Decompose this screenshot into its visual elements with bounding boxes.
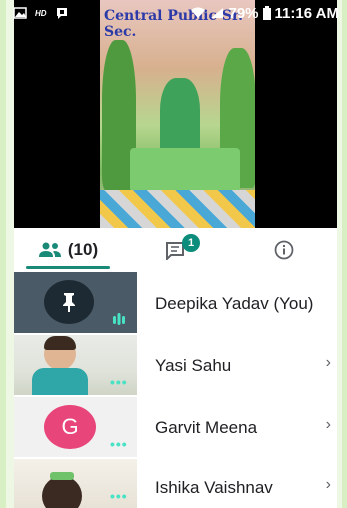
chevron-right-icon[interactable]: ›: [326, 354, 331, 372]
video-person: [160, 78, 200, 158]
tab-bar: (10) 1: [14, 228, 337, 273]
info-icon: [274, 240, 293, 260]
participant-name: Yasi Sahu: [155, 356, 232, 375]
participant-name: Ishika Vaishnav: [155, 478, 273, 497]
participant-thumbnail: G •••: [14, 396, 137, 458]
audio-dots-icon: •••: [110, 488, 128, 504]
chevron-right-icon[interactable]: ›: [326, 416, 331, 434]
divider: [14, 457, 137, 459]
signal-icon: [211, 8, 224, 18]
video-feed-image: Central Public Sr. Sec.: [100, 0, 255, 228]
status-bar: HD 79% 11:16 AM: [9, 2, 341, 24]
chat-unread-badge: 1: [182, 234, 200, 252]
participant-thumbnail: •••: [14, 334, 137, 396]
hd-indicator: HD: [35, 8, 47, 18]
tab-chat[interactable]: 1: [122, 228, 230, 272]
divider: [14, 333, 137, 335]
clock: 11:16 AM: [274, 4, 339, 22]
tab-people[interactable]: (10): [14, 228, 122, 272]
video-table: [130, 148, 240, 192]
divider: [14, 395, 137, 397]
people-count: (10): [67, 240, 99, 259]
battery-percent: 79%: [228, 4, 259, 22]
participant-video-accessory: [50, 472, 74, 480]
participants-list: Deepika Yadav (You) ••• Yasi Sahu › G ••…: [14, 272, 337, 508]
participant-video-hair: [44, 336, 76, 350]
tab-info[interactable]: [230, 228, 337, 272]
main-video[interactable]: Central Public Sr. Sec.: [14, 0, 337, 228]
participant-name: Deepika Yadav (You): [155, 294, 314, 313]
message-icon: [56, 8, 67, 19]
video-floor: [100, 190, 255, 228]
battery-icon: [262, 6, 271, 20]
audio-level-icon: [113, 313, 125, 325]
participant-name: Garvit Meena: [155, 418, 258, 437]
participant-thumbnail: [14, 272, 137, 334]
participant-thumbnail: •••: [14, 458, 137, 508]
participant-row[interactable]: G ••• Garvit Meena ›: [14, 396, 337, 458]
image-icon: [13, 7, 27, 19]
pin-icon: [63, 293, 75, 312]
participant-video-body: [32, 368, 88, 396]
people-icon: [38, 242, 61, 257]
wifi-icon: [191, 7, 206, 18]
audio-dots-icon: •••: [110, 436, 128, 452]
participant-row[interactable]: Deepika Yadav (You): [14, 272, 337, 334]
participant-row[interactable]: ••• Yasi Sahu ›: [14, 334, 337, 396]
participant-video-face: [42, 476, 82, 508]
avatar: G: [44, 405, 96, 449]
chevron-right-icon[interactable]: ›: [326, 476, 331, 494]
active-tab-indicator: [26, 266, 110, 269]
participant-row[interactable]: ••• Ishika Vaishnav ›: [14, 458, 337, 508]
audio-dots-icon: •••: [110, 374, 128, 390]
